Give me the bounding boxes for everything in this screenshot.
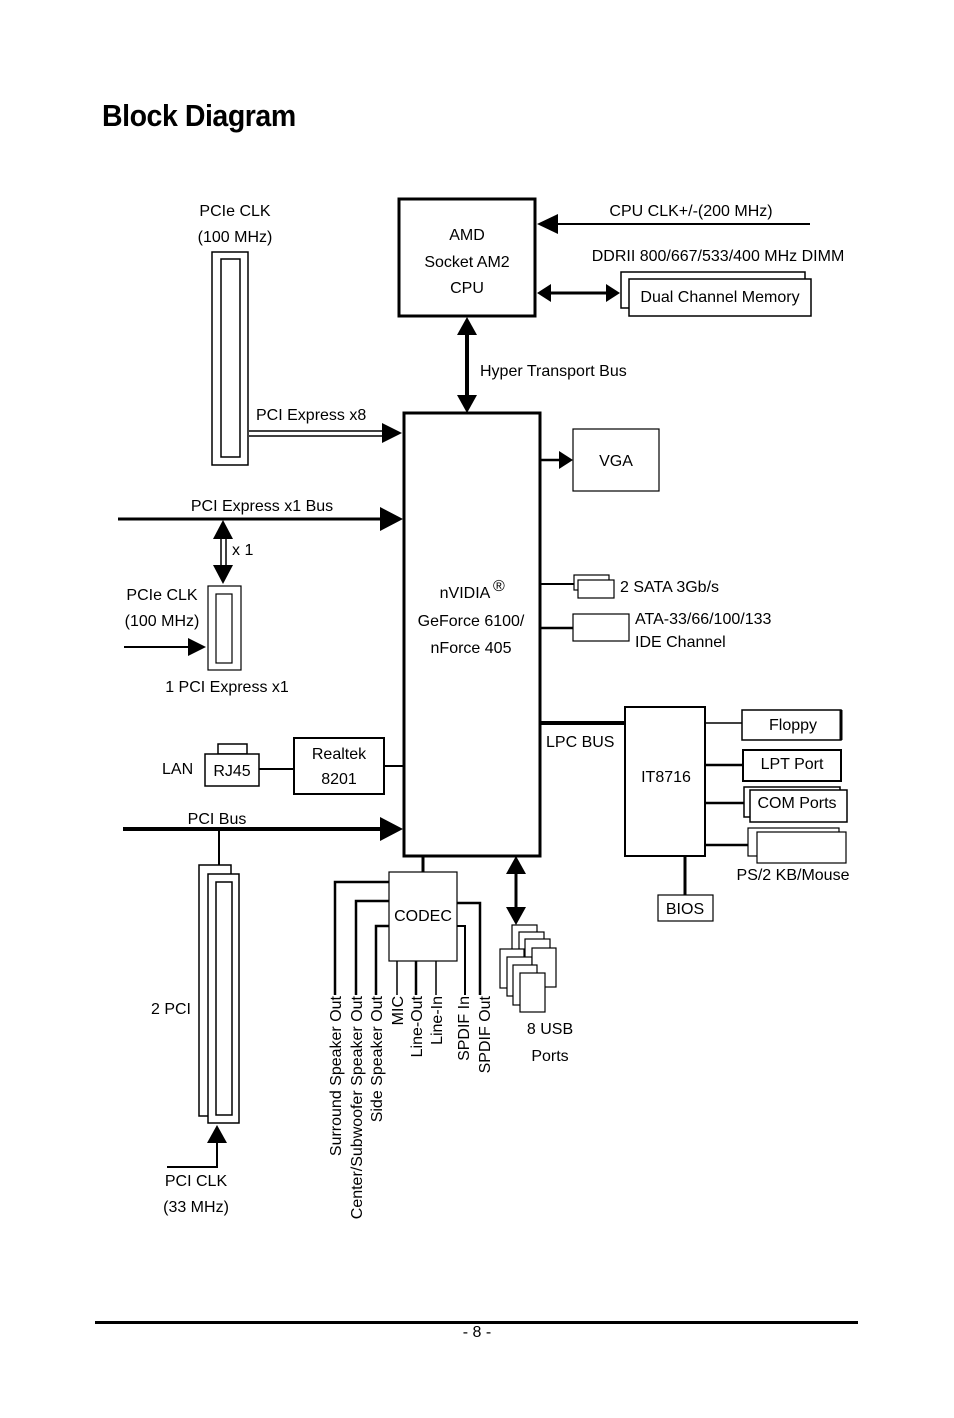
ps2-connectors bbox=[747, 827, 847, 864]
bios-label: BIOS bbox=[666, 901, 704, 918]
ide-label-line1: ATA-33/66/100/133 bbox=[635, 611, 771, 628]
lpt-port-block: LPT Port bbox=[742, 749, 842, 782]
chipset-label-line1: nVIDIA bbox=[440, 585, 491, 602]
pcie-x8-clk-line2: (100 MHz) bbox=[198, 229, 273, 246]
pci-clk-line1: PCI CLK bbox=[165, 1173, 228, 1190]
lpc-bus-label: LPC BUS bbox=[546, 734, 614, 751]
ps2-label: PS/2 KB/Mouse bbox=[737, 867, 850, 884]
pcie-x1-clk-line2: (100 MHz) bbox=[125, 613, 200, 630]
hypertransport-label: Hyper Transport Bus bbox=[480, 363, 627, 380]
rj45-connector: RJ45 bbox=[204, 743, 260, 787]
usb-label-line2: Ports bbox=[531, 1048, 568, 1065]
sata-label: 2 SATA 3Gb/s bbox=[620, 579, 719, 596]
vga-label: VGA bbox=[599, 453, 633, 470]
audio-surround-label: Surround Speaker Out bbox=[328, 995, 345, 1156]
audio-spdif-out-label: SPDIF Out bbox=[477, 995, 494, 1073]
audio-spdif-in-label: SPDIF In bbox=[456, 996, 473, 1061]
pcie-x1-link-arrow bbox=[213, 520, 233, 584]
audio-side-label: Side Speaker Out bbox=[369, 995, 386, 1122]
lpt-label: LPT Port bbox=[761, 756, 824, 773]
chipset-label-line2: GeForce 6100/ bbox=[418, 613, 525, 630]
pcie-x8-slot bbox=[211, 251, 249, 466]
pcie-x8-label: PCI Express x8 bbox=[256, 407, 366, 424]
pcie-x1-link-label: x 1 bbox=[232, 542, 253, 559]
cpu-clock-label: CPU CLK+/-(200 MHz) bbox=[609, 203, 772, 220]
pci-clk-line2: (33 MHz) bbox=[163, 1199, 229, 1216]
rj45-label: RJ45 bbox=[213, 763, 250, 780]
lan-label: LAN bbox=[162, 761, 193, 778]
superio-block: IT8716 bbox=[624, 706, 706, 857]
block-diagram: AMD Socket AM2 CPU CPU CLK+/-(200 MHz) D… bbox=[118, 197, 850, 1219]
pcie-x8-clk-line1: PCIe CLK bbox=[199, 203, 270, 220]
usb-label-line1: 8 USB bbox=[527, 1021, 573, 1038]
audio-line-in-label: Line-In bbox=[429, 996, 446, 1045]
pcie-x1-slot-label: 1 PCI Express x1 bbox=[165, 679, 289, 696]
audio-line-out-label: Line-Out bbox=[409, 995, 426, 1057]
pcie-x1-clk-line1: PCIe CLK bbox=[126, 587, 197, 604]
codec-block: CODEC bbox=[388, 871, 458, 962]
bios-block: BIOS bbox=[657, 894, 714, 922]
floppy-block: Floppy bbox=[741, 709, 843, 741]
floppy-label: Floppy bbox=[769, 717, 817, 734]
ide-label-line2: IDE Channel bbox=[635, 634, 726, 651]
chipset-block: nVIDIA ® GeForce 6100/ nForce 405 bbox=[402, 411, 542, 858]
cpu-block: AMD Socket AM2 CPU bbox=[397, 197, 537, 318]
chipset-label-line3: nForce 405 bbox=[431, 640, 512, 657]
pcie-x1-clk-arrow bbox=[124, 638, 206, 656]
ide-connector bbox=[572, 613, 630, 642]
sata-connectors bbox=[573, 574, 615, 599]
pci-clk-arrow bbox=[167, 1125, 227, 1168]
cpu-label-line3: CPU bbox=[450, 280, 484, 297]
pci-slots bbox=[198, 864, 240, 1124]
memory-label: Dual Channel Memory bbox=[640, 289, 799, 306]
usb-arrow bbox=[506, 856, 526, 925]
vga-block: VGA bbox=[572, 428, 660, 492]
audio-mic-label: MIC bbox=[390, 996, 407, 1025]
cpu-label-line1: AMD bbox=[449, 227, 485, 244]
pcie-x8-arrow bbox=[249, 423, 402, 443]
memory-block: Dual Channel Memory bbox=[620, 271, 812, 317]
vga-arrow bbox=[540, 451, 573, 469]
pci-bus-arrow bbox=[123, 817, 403, 841]
com-ports-block: COM Ports bbox=[743, 786, 848, 823]
superio-label: IT8716 bbox=[641, 769, 691, 786]
trademark-symbol: ® bbox=[493, 578, 505, 595]
pci-slots-label: 2 PCI bbox=[151, 1001, 191, 1018]
dimm-label: DDRII 800/667/533/400 MHz DIMM bbox=[592, 248, 845, 265]
codec-label: CODEC bbox=[394, 908, 452, 925]
realtek-line2: 8201 bbox=[321, 771, 357, 788]
pcie-x1-bus-label: PCI Express x1 Bus bbox=[191, 498, 333, 515]
hypertransport-arrow bbox=[457, 317, 477, 413]
com-ports-label: COM Ports bbox=[757, 795, 836, 812]
audio-output-labels: Surround Speaker Out Center/Subwoofer Sp… bbox=[328, 995, 494, 1219]
usb-ports-stack bbox=[499, 924, 557, 1013]
audio-center-sub-label: Center/Subwoofer Speaker Out bbox=[349, 995, 366, 1219]
realtek-line1: Realtek bbox=[312, 746, 367, 763]
pcie-x1-slot bbox=[207, 585, 242, 671]
realtek-block: Realtek 8201 bbox=[293, 737, 385, 795]
page-number: - 8 - bbox=[462, 1324, 492, 1341]
memory-arrow bbox=[537, 284, 620, 302]
pci-bus-label: PCI Bus bbox=[188, 811, 247, 828]
cpu-label-line2: Socket AM2 bbox=[424, 254, 509, 271]
